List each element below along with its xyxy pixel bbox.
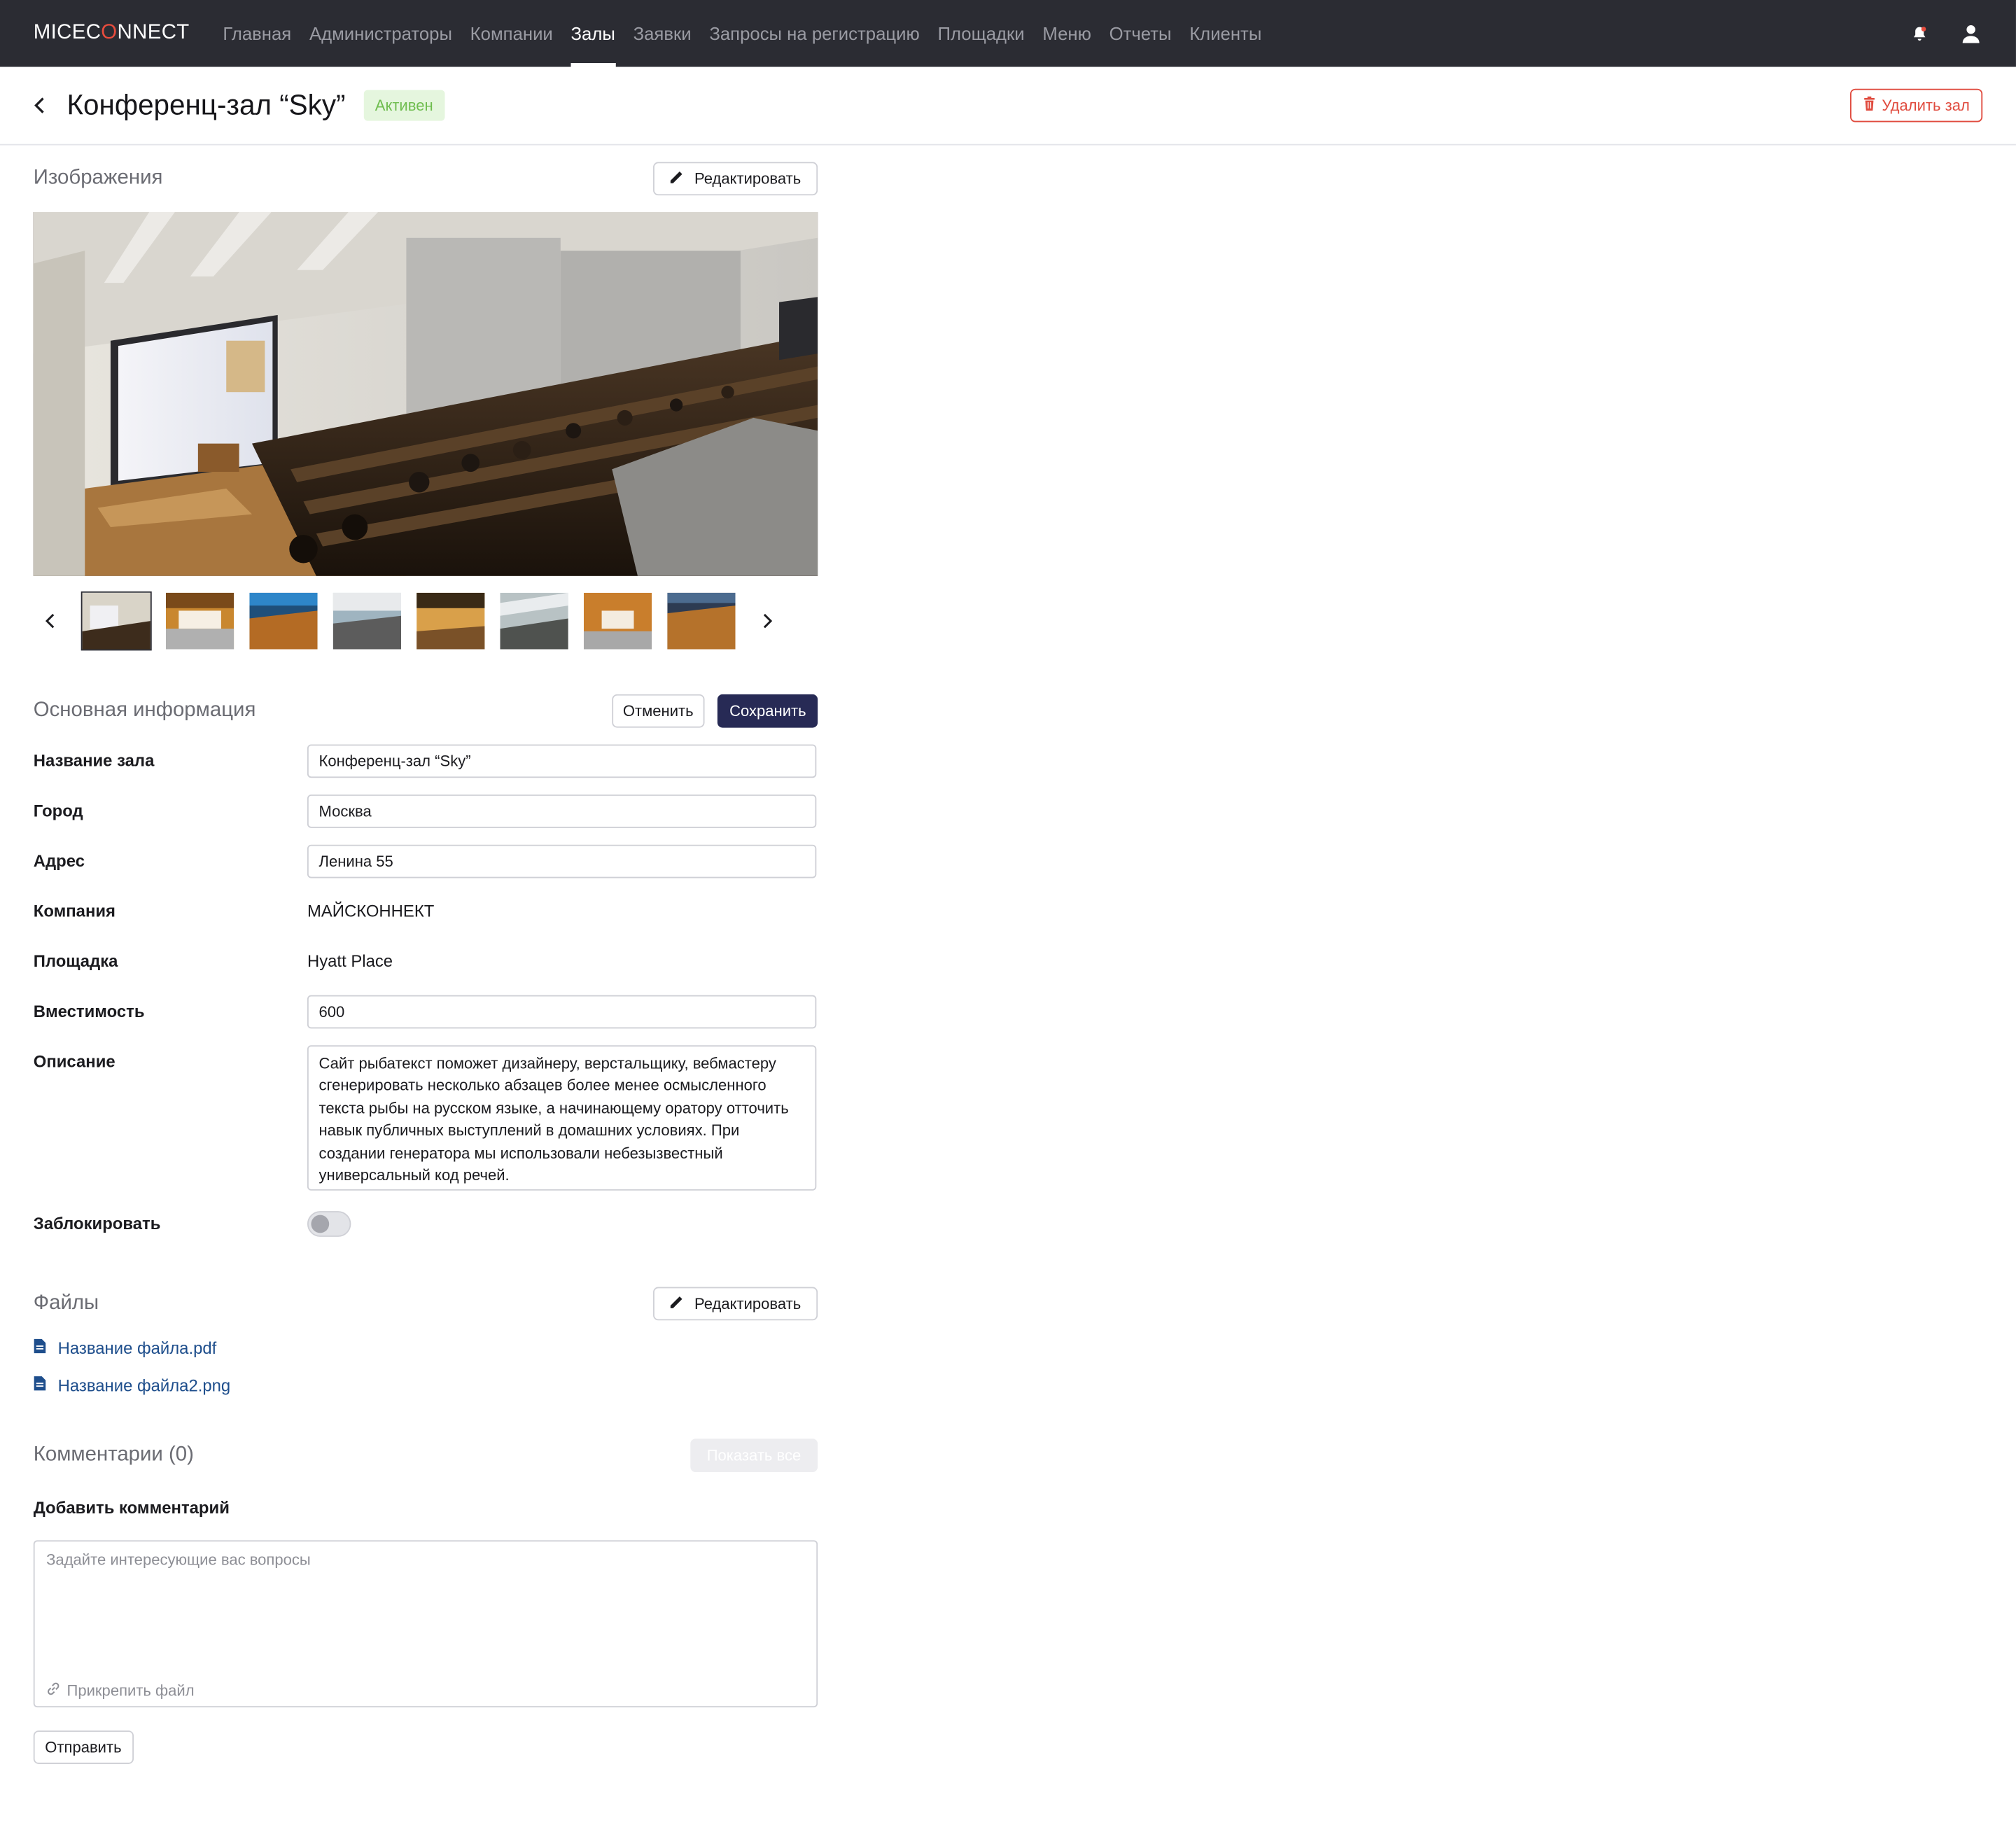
carousel-prev-icon[interactable] bbox=[34, 592, 67, 650]
nav-item-reports[interactable]: Отчеты bbox=[1110, 0, 1172, 67]
delete-hall-label: Удалить зал bbox=[1882, 96, 1970, 115]
thumbnail[interactable] bbox=[500, 592, 568, 650]
description-label: Описание bbox=[33, 1051, 115, 1071]
files-section-title: Файлы bbox=[33, 1292, 99, 1315]
show-all-comments-button[interactable]: Показать все bbox=[690, 1438, 818, 1473]
company-label: Компания bbox=[33, 901, 116, 921]
address-label: Адрес bbox=[33, 850, 85, 871]
top-navbar: MICECONNECT Главная Администраторы Компа… bbox=[0, 0, 2016, 67]
trash-icon bbox=[1863, 96, 1875, 115]
file-icon bbox=[34, 1338, 46, 1358]
block-label: Заблокировать bbox=[33, 1213, 161, 1233]
thumbnail[interactable] bbox=[667, 592, 736, 650]
capacity-input[interactable]: 600 bbox=[307, 995, 817, 1029]
block-toggle[interactable] bbox=[307, 1211, 351, 1237]
comment-textarea[interactable]: Задайте интересующие вас вопросы Прикреп… bbox=[33, 1540, 818, 1708]
file-name: Название файла.pdf bbox=[57, 1338, 217, 1358]
hall-name-input[interactable]: Конференц-зал “Sky” bbox=[307, 744, 817, 778]
nav-item-requests[interactable]: Заявки bbox=[634, 0, 692, 67]
thumbnail[interactable] bbox=[165, 592, 234, 650]
toggle-knob bbox=[311, 1214, 330, 1233]
add-comment-label: Добавить комментарий bbox=[33, 1497, 230, 1518]
file-link[interactable]: Название файла2.png bbox=[34, 1376, 818, 1395]
attach-file-link[interactable]: Прикрепить файл bbox=[46, 1681, 195, 1700]
carousel-next-icon[interactable] bbox=[751, 592, 785, 650]
save-button[interactable]: Сохранить bbox=[718, 694, 818, 728]
page-title: Конференц-зал “Sky” bbox=[66, 88, 346, 121]
logo[interactable]: MICECONNECT bbox=[34, 22, 190, 45]
nav-item-registration-requests[interactable]: Запросы на регистрацию bbox=[709, 0, 919, 67]
edit-files-button[interactable]: Редактировать bbox=[653, 1287, 818, 1321]
thumbnail[interactable] bbox=[332, 592, 402, 650]
nav-item-menu[interactable]: Меню bbox=[1042, 0, 1091, 67]
info-section-title: Основная информация bbox=[33, 699, 256, 722]
thumbnail[interactable] bbox=[583, 592, 652, 650]
description-textarea[interactable]: Сайт рыбатекст поможет дизайнеру, верста… bbox=[307, 1045, 817, 1191]
edit-images-label: Редактировать bbox=[694, 169, 802, 188]
bell-icon[interactable] bbox=[1908, 22, 1931, 45]
pencil-icon bbox=[670, 1295, 684, 1313]
comments-section-title: Комментарии (0) bbox=[33, 1443, 194, 1466]
nav-item-companies[interactable]: Компании bbox=[470, 0, 553, 67]
paperclip-icon bbox=[46, 1681, 60, 1700]
nav-item-admins[interactable]: Администраторы bbox=[309, 0, 452, 67]
comment-placeholder: Задайте интересующие вас вопросы bbox=[46, 1550, 311, 1569]
attach-file-label: Прикрепить файл bbox=[66, 1681, 195, 1700]
main-hall-photo[interactable] bbox=[33, 212, 818, 576]
nav-item-clients[interactable]: Клиенты bbox=[1189, 0, 1261, 67]
user-icon[interactable] bbox=[1959, 22, 1982, 45]
cancel-button[interactable]: Отменить bbox=[611, 694, 706, 728]
file-name: Название файла2.png bbox=[57, 1376, 231, 1395]
address-input[interactable]: Ленина 55 bbox=[307, 844, 817, 878]
nav-item-halls[interactable]: Залы bbox=[570, 0, 616, 67]
thumbnail[interactable] bbox=[80, 591, 152, 651]
delete-hall-button[interactable]: Удалить зал bbox=[1849, 88, 1983, 122]
city-input[interactable]: Москва bbox=[307, 794, 817, 828]
edit-files-label: Редактировать bbox=[694, 1294, 802, 1313]
back-arrow-icon[interactable] bbox=[34, 94, 57, 117]
page-header: Конференц-зал “Sky” Активен Удалить зал bbox=[0, 67, 2016, 146]
company-value: МАЙСКОННЕКТ bbox=[307, 901, 435, 921]
capacity-label: Вместимость bbox=[33, 1001, 145, 1021]
images-section-title: Изображения bbox=[33, 167, 163, 189]
pencil-icon bbox=[670, 169, 684, 188]
edit-images-button[interactable]: Редактировать bbox=[653, 162, 818, 196]
file-icon bbox=[34, 1376, 46, 1395]
thumbnail[interactable] bbox=[249, 592, 318, 650]
venue-value: Hyatt Place bbox=[307, 951, 393, 971]
thumbnail[interactable] bbox=[416, 592, 485, 650]
nav-item-venues[interactable]: Площадки bbox=[937, 0, 1024, 67]
send-comment-button[interactable]: Отправить bbox=[33, 1730, 134, 1764]
main-menu: Главная Администраторы Компании Залы Зая… bbox=[223, 0, 1280, 67]
venue-label: Площадка bbox=[33, 951, 118, 971]
hall-name-label: Название зала bbox=[33, 750, 155, 771]
status-badge: Активен bbox=[363, 90, 445, 121]
city-label: Город bbox=[33, 801, 83, 820]
thumbnail-carousel bbox=[34, 591, 818, 651]
nav-item-home[interactable]: Главная bbox=[223, 0, 291, 67]
file-link[interactable]: Название файла.pdf bbox=[34, 1338, 818, 1358]
